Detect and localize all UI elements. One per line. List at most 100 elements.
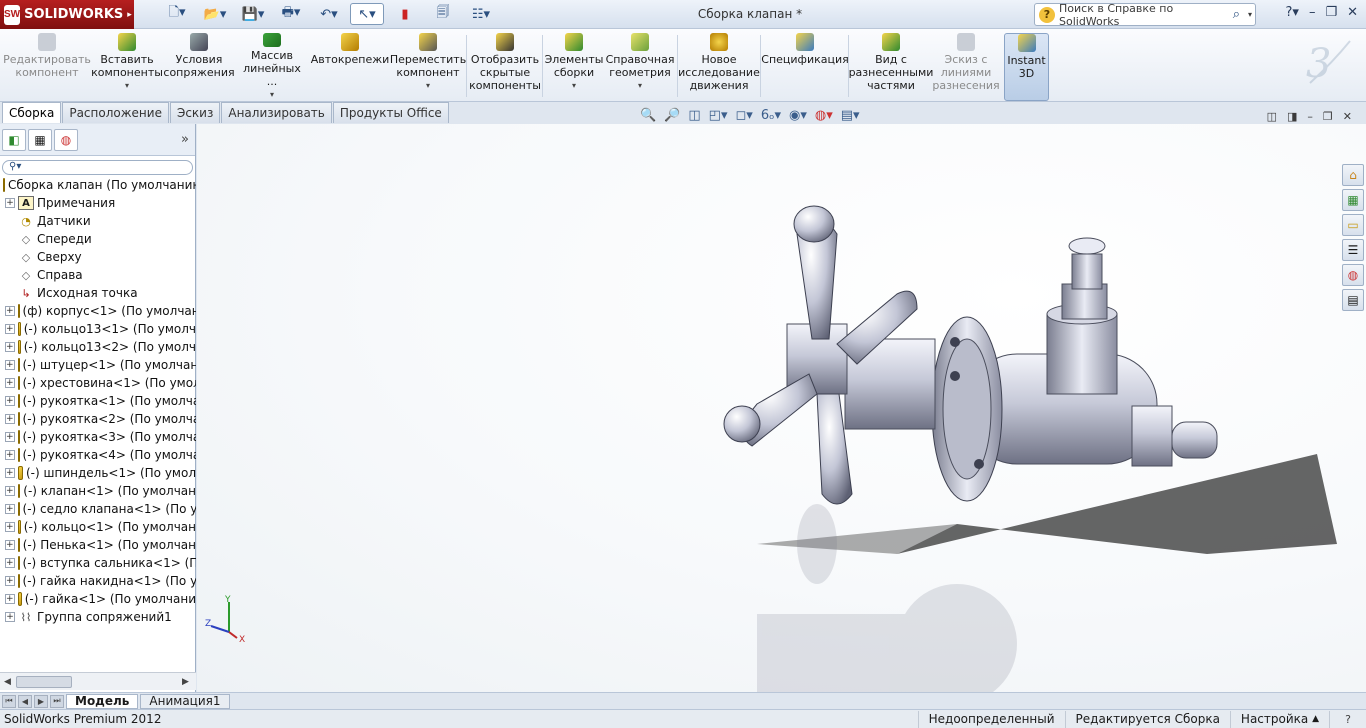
new-icon[interactable]: 🗋▾ [160,3,194,25]
view-palette-icon[interactable]: ☰ [1342,239,1364,261]
tree-item[interactable]: + (-) рукоятка<4> (По умолча [0,446,196,464]
split-icon[interactable]: ◫ [1267,110,1277,123]
file-explorer-icon[interactable]: ▭ [1342,214,1364,236]
first-tab-icon[interactable]: ⏮ [2,694,16,708]
bill-of-materials-button[interactable]: Спецификация [761,33,849,101]
file-props-icon[interactable]: 🗐 [426,3,460,25]
search-input[interactable]: Поиск в Справке по SolidWorks [1059,2,1229,28]
chevron-down-icon[interactable]: ▾ [426,79,430,92]
appearance-icon[interactable]: ◍▾ [815,108,833,123]
section-view-icon[interactable]: ◰▾ [709,108,728,123]
tree-item[interactable]: + (ф) корпус<1> (По умолчан [0,302,196,320]
expand-icon[interactable]: + [5,594,15,604]
tab-model[interactable]: Модель [66,693,139,709]
expand-icon[interactable]: + [5,558,15,568]
tree-item[interactable]: + (-) кольцо13<2> (По умолч [0,338,196,356]
select-icon[interactable]: ↖▾ [350,3,384,25]
tree-item[interactable]: + (-) гайка накидна<1> (По ум [0,572,196,590]
status-help[interactable]: ? [1329,710,1366,728]
reference-geometry-button[interactable]: Справочная геометрия ▾ [606,33,674,101]
expand-icon[interactable]: + [5,522,15,532]
open-icon[interactable]: 📂▾ [198,3,232,25]
tab-animation[interactable]: Анимация1 [140,693,230,709]
expand-icon[interactable]: + [5,450,15,460]
expand-icon[interactable]: + [5,414,15,424]
view-orientation-icon[interactable]: ◻▾ [735,108,752,123]
edit-component-button[interactable]: Редактировать компонент [3,33,91,101]
display-style-icon[interactable]: 6ₒ▾ [761,108,781,123]
tab-3[interactable]: Анализировать [221,102,332,123]
expand-icon[interactable]: + [5,306,15,316]
scroll-left-icon[interactable]: ◀ [4,677,11,687]
scene-icon[interactable]: ▤▾ [841,108,860,123]
tree-item[interactable]: + (-) штуцер<1> (По умолчан [0,356,196,374]
zoom-area-icon[interactable]: 🔎 [664,108,680,123]
solidworks-logo[interactable]: SW SOLIDWORKS ▸ [0,0,134,29]
tree-item[interactable]: ◇ Сверху [0,248,196,266]
prev-tab-icon[interactable]: ◀ [18,694,32,708]
feature-manager-tab-icon[interactable]: ◧ [2,128,26,151]
expand-icon[interactable]: + [5,324,15,334]
chevron-down-icon[interactable]: ▾ [1248,10,1255,19]
tile-icon[interactable]: ◨ [1287,110,1297,123]
tree-item[interactable]: + (-) седло клапана<1> (По у [0,500,196,518]
expand-icon[interactable]: + [5,198,15,208]
close-icon[interactable]: ✕ [1347,5,1358,20]
search-icon[interactable]: ⌕ [1233,7,1244,22]
options-icon[interactable]: ☷▾ [464,3,498,25]
tree-item[interactable]: + (-) Пенька<1> (По умолчан [0,536,196,554]
tree-item[interactable]: ◇ Спереди [0,230,196,248]
print-icon[interactable]: 🖶▾ [274,3,308,25]
smart-fasteners-button[interactable]: Автокрепежи [311,33,389,101]
help-icon[interactable]: ?▾ [1286,5,1299,20]
new-motion-study-button[interactable]: Новое исследование движения [678,33,760,101]
tree-item[interactable]: + (-) рукоятка<2> (По умолча [0,410,196,428]
mate-button[interactable]: Условия сопряжения [163,33,235,101]
custom-properties-icon[interactable]: ▤ [1342,289,1364,311]
tree-item[interactable]: + A Примечания [0,194,196,212]
tree-item[interactable]: + ⌇⌇ Группа сопряжений1 [0,608,196,626]
rebuild-icon[interactable]: ▮ [388,3,422,25]
tab-2[interactable]: Эскиз [169,102,221,123]
assembly-features-button[interactable]: Элементы сборки ▾ [545,33,603,101]
move-component-button[interactable]: Переместить компонент ▾ [390,33,466,101]
scroll-right-icon[interactable]: ▶ [182,677,189,687]
scroll-thumb[interactable] [16,675,72,688]
expand-icon[interactable]: + [5,432,15,442]
expand-icon[interactable]: + [5,378,15,388]
expand-icon[interactable]: + [5,360,15,370]
chevron-down-icon[interactable]: ▾ [125,79,129,92]
viewport-close-icon[interactable]: ✕ [1343,110,1352,123]
explode-line-sketch-button[interactable]: Эскиз с линиями разнесения [932,33,1000,101]
expand-icon[interactable]: + [5,396,15,406]
tree-item[interactable]: ↳ Исходная точка [0,284,196,302]
tree-item[interactable]: ◔ Датчики [0,212,196,230]
graphics-area[interactable]: Y Z X [197,124,1366,692]
chevron-down-icon[interactable]: ▾ [270,88,274,101]
expand-icon[interactable]: + [5,612,15,622]
property-manager-tab-icon[interactable]: ▦ [28,128,52,151]
zoom-to-fit-icon[interactable]: 🔍 [640,108,656,123]
tree-item[interactable]: + (-) хрестовина<1> (По умол [0,374,196,392]
tree-item[interactable]: + (-) гайка<1> (По умолчани [0,590,196,608]
tree-root[interactable]: Сборка клапан (По умолчанию [0,176,196,194]
tree-filter[interactable]: ⚲▾ [2,160,193,175]
tab-1[interactable]: Расположение [62,102,169,123]
insert-components-button[interactable]: Вставить компоненты ▾ [91,33,163,101]
expand-icon[interactable]: + [5,486,15,496]
tree-item[interactable]: + (-) шпиндель<1> (По умол [0,464,196,482]
help-search[interactable]: ? Поиск в Справке по SolidWorks ⌕ ▾ [1034,2,1256,28]
design-library-icon[interactable]: ▦ [1342,189,1364,211]
tree-item[interactable]: + (-) клапан<1> (По умолчан [0,482,196,500]
show-hidden-components-button[interactable]: Отобразить скрытые компоненты [469,33,541,101]
appearances-icon[interactable]: ◍ [1342,264,1364,286]
display-manager-tab-icon[interactable]: ◍ [54,128,78,151]
tree-item[interactable]: + (-) вступка сальника<1> (П [0,554,196,572]
valve-assembly-model[interactable] [197,124,1366,692]
expand-icon[interactable]: + [5,504,15,514]
undo-icon[interactable]: ↶▾ [312,3,346,25]
restore-icon[interactable]: ❐ [1325,5,1337,20]
menu-arrow-icon[interactable]: ▸ [127,10,132,20]
resources-icon[interactable]: ⌂ [1342,164,1364,186]
chevron-down-icon[interactable]: ▾ [638,79,642,92]
